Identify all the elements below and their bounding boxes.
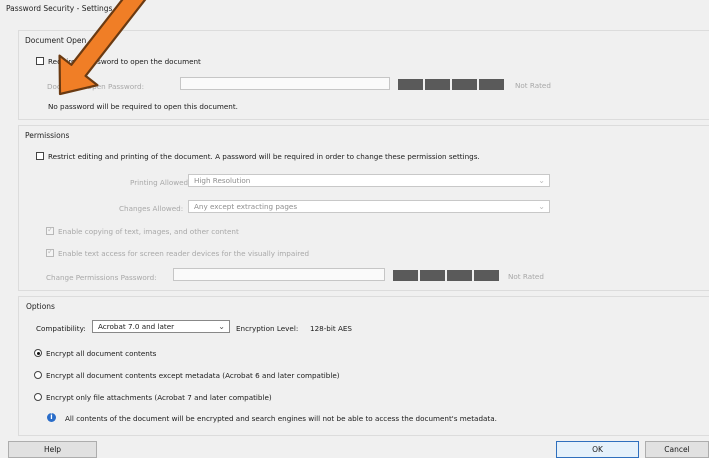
orange-arrow-annotation [58,0,161,96]
arrow-shape [58,0,161,96]
